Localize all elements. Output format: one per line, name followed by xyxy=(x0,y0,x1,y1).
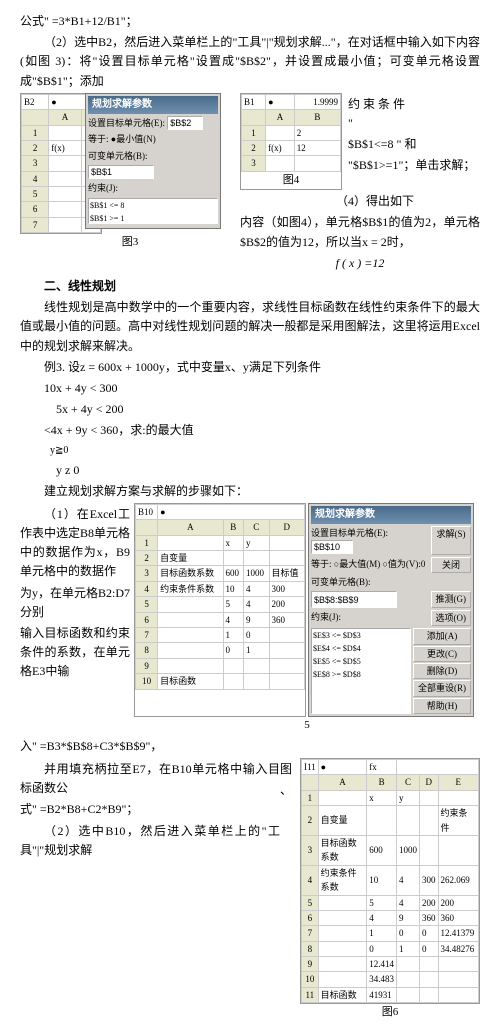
excel-grid-4: B1●1.9999 AB 12 2f(x)12 3 图4 xyxy=(240,93,342,191)
constraint-1: 10x + 4y < 300 xyxy=(20,379,480,398)
constraint-item[interactable]: $E$4 <= $D$4 xyxy=(313,643,409,656)
constraint-3: <4x + 9y < 360，求:的最大值 xyxy=(20,421,480,440)
figure5-container: B10● ABCD 1xy 2自变量 3目标函数系数6001000目标值 4约束… xyxy=(134,503,480,735)
figure6-container: I11●fx ABCDE 1xy 2自变量约束条件 3目标函数系数6001000… xyxy=(300,758,480,1022)
options-button[interactable]: 选项(O) xyxy=(431,610,472,626)
constraint-2: 5x + 4y < 200 xyxy=(20,400,480,419)
step2-text: （2）选中B10，然后进入菜单栏上的"工具"|"规划求解 xyxy=(20,822,280,860)
figure3-label: 图3 xyxy=(20,234,240,252)
step1-text-b: 为y，在单元格B2:D7分别 xyxy=(20,584,130,622)
constraint-item[interactable]: $E$8 >= $D$8 xyxy=(313,669,409,682)
help-button[interactable]: 帮助(H) xyxy=(413,698,471,714)
target-cell-input[interactable] xyxy=(167,116,203,130)
step4-text: （4）得出如下 xyxy=(240,192,480,211)
para-formula: 公式" =3*B1+12/B1"； xyxy=(20,12,480,31)
reset-button[interactable]: 全部重设(R) xyxy=(413,680,471,696)
solver-dialog-3[interactable]: 规划求解参数 设置目标单元格(E): 等于: ●最小值(N) 可变单元格(B):… xyxy=(85,93,221,229)
section-2-title: 二、线性规划 xyxy=(20,277,480,296)
constraint-text: "$B$1>=1"；单击求解； xyxy=(348,156,480,175)
step1-text-c: 输入目标函数和约束条件的系数，在单元格E3中输 xyxy=(20,624,130,682)
constraint-4: y≧0 xyxy=(20,443,480,459)
constraint-text: $B$1<=8 " 和 xyxy=(348,135,480,154)
figure6-label: 图6 xyxy=(300,1004,480,1022)
target-input-5[interactable] xyxy=(311,540,353,554)
result-text: 内容（如图4），单元格$B$1的值为2，单元格$B$2的值为12，所以当x = … xyxy=(240,213,480,251)
figure3-container: B2● AB 1 2f(x) 3 4 5 6 7 规划求解参数 设置目标单元格(… xyxy=(20,93,240,252)
add-button[interactable]: 添加(A) xyxy=(413,628,471,644)
example-3: 例3. 设z = 600x + 1000y，式中变量x、y满足下列条件 xyxy=(20,358,480,377)
figure5-label: 5 xyxy=(134,717,480,735)
fx-result: f ( x ) =12 xyxy=(240,254,480,273)
solver-dialog-5[interactable]: 规划求解参数 设置目标单元格(E): 求解(S) 等于: ○最大值(M) ○值为… xyxy=(308,503,474,717)
constraint-item[interactable]: $E$3 <= $D$3 xyxy=(313,630,409,643)
guess-button[interactable]: 推测(G) xyxy=(431,591,472,607)
formula-e3: 入" =B3*$B$8+C3*$B$9"， xyxy=(20,737,480,756)
change-button[interactable]: 更改(C) xyxy=(413,646,471,662)
constraint-5: y z 0 xyxy=(20,461,480,480)
solve-button[interactable]: 求解(S) xyxy=(431,526,471,555)
para-fill: 并用填充柄拉至E7，在B10单元格中输入目标函数公 xyxy=(20,760,280,798)
solver-title: 规划求解参数 xyxy=(88,96,218,114)
step1-text-a: （1）在Excel工作表中选定B8单元格中的数据作为x，B9单元格中的数据作 xyxy=(20,505,130,582)
var-input-5[interactable] xyxy=(311,591,397,607)
para-b10-formula: 式" =B2*B8+C2*B9"； xyxy=(20,800,280,819)
var-cell-input[interactable] xyxy=(88,165,154,179)
excel-grid-5: B10● ABCD 1xy 2自变量 3目标函数系数6001000目标值 4约束… xyxy=(134,503,306,717)
tu-vertical: 图 xyxy=(280,760,300,779)
constraint-item[interactable]: $B$1 >= 1 xyxy=(90,213,216,226)
comma-vertical: 、 xyxy=(280,781,300,800)
delete-button[interactable]: 删除(D) xyxy=(413,663,471,679)
constraint-item[interactable]: $B$1 <= 8 xyxy=(90,200,216,213)
constraint-text: 约 束 条 件" xyxy=(348,95,480,133)
para-step2: （2）选中B2，然后进入菜单栏上的"工具"|"规划求解..."，在对话框中输入如… xyxy=(20,33,480,91)
constraint-item[interactable]: $E$5 <= $D$5 xyxy=(313,656,409,669)
para-steps: 建立规划求解方案与求解的步骤如下： xyxy=(20,482,480,501)
close-button[interactable]: 关闭 xyxy=(431,557,471,573)
excel-grid-6: I11●fx ABCDE 1xy 2自变量约束条件 3目标函数系数6001000… xyxy=(300,758,480,1004)
para-linear-prog: 线性规划是高中数学中的一个重要内容，求线性目标函数在线性约束条件下的最大值或最小… xyxy=(20,298,480,356)
